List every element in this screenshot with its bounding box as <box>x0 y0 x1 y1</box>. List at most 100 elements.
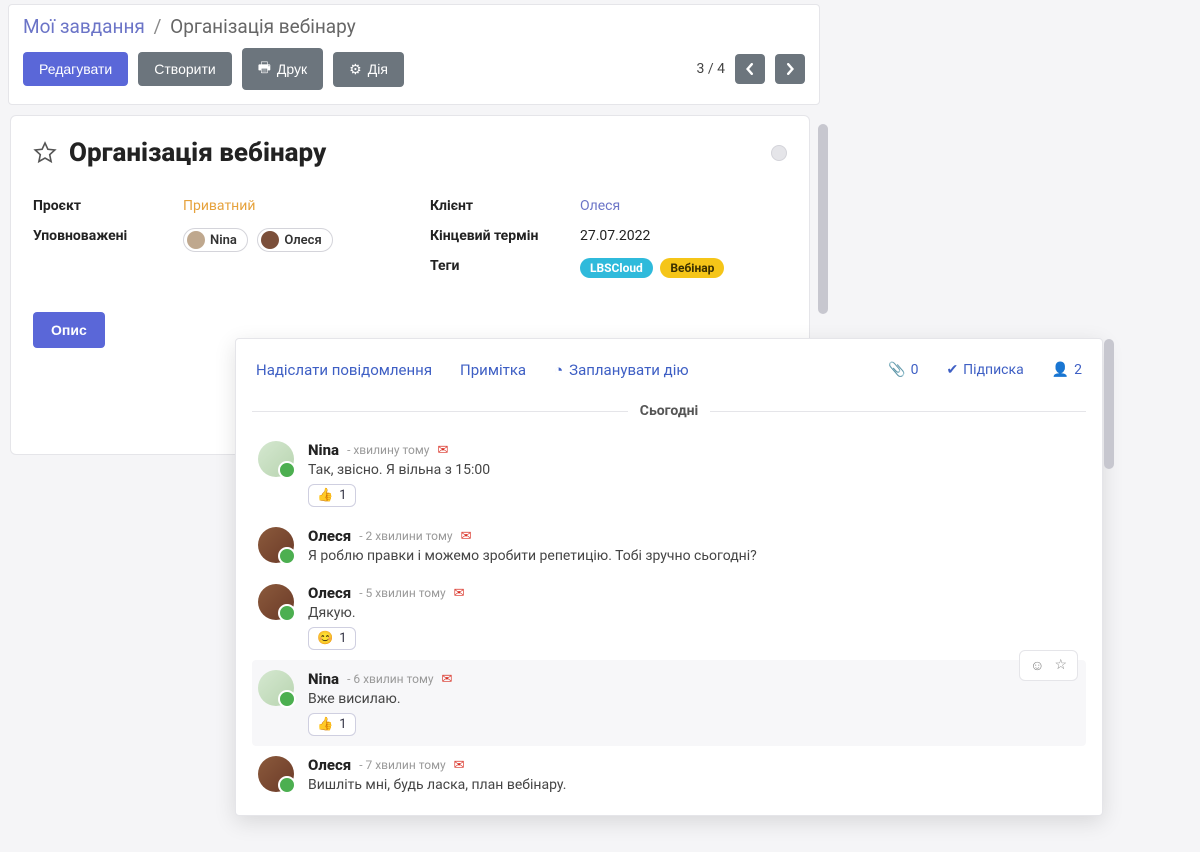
message-avatar[interactable] <box>258 584 294 620</box>
message-time: - 6 хвилин тому <box>347 672 433 686</box>
tags-label: Теги <box>430 258 580 274</box>
project-label: Проєкт <box>33 198 183 214</box>
reaction-chip[interactable]: 👍1 <box>308 713 356 736</box>
followers-count: 2 <box>1074 362 1082 378</box>
envelope-icon[interactable]: ✉ <box>454 586 465 601</box>
messaging-tabs: Надіслати повідомлення Примітка ◔ Заплан… <box>252 359 1086 395</box>
message-author[interactable]: Олеся <box>308 527 351 545</box>
message-avatar[interactable] <box>258 756 294 792</box>
assignees-label: Уповноважені <box>33 228 183 244</box>
client-value[interactable]: Олеся <box>580 198 787 214</box>
fields: Проєкт Приватний Уповноважені Nina Олеся… <box>33 198 787 292</box>
reaction-count: 1 <box>339 631 346 646</box>
message-time: - 5 хвилин тому <box>359 586 445 600</box>
reaction-emoji-icon: 😊 <box>317 631 333 646</box>
message-time: - хвилину тому <box>347 443 429 457</box>
message-text: Дякую. <box>308 605 1080 621</box>
print-label: Друк <box>277 61 307 77</box>
message-author[interactable]: Олеся <box>308 756 351 774</box>
envelope-icon[interactable]: ✉ <box>454 758 465 773</box>
schedule-activity-label: Запланувати дію <box>569 361 688 379</box>
reaction-count: 1 <box>339 488 346 503</box>
assignee-name: Nina <box>210 233 237 248</box>
breadcrumb-my-tasks[interactable]: Мої завдання <box>23 15 145 38</box>
message-avatar[interactable] <box>258 527 294 563</box>
log-note-tab[interactable]: Примітка <box>460 361 526 379</box>
chatter-scrollbar[interactable] <box>1104 339 1114 815</box>
followers-button[interactable]: 👤 2 <box>1052 362 1082 378</box>
attachments-button[interactable]: 📎 0 <box>888 362 918 378</box>
star-message-button[interactable]: ☆ <box>1054 657 1067 674</box>
message-author[interactable]: Nina <box>308 441 339 459</box>
message-text: Вже висилаю. <box>308 691 1080 707</box>
action-label: Дія <box>368 61 388 77</box>
smiley-icon: ☺ <box>1030 658 1044 674</box>
message-header: Олеся- 2 хвилини тому✉ <box>308 527 1080 545</box>
message-avatar[interactable] <box>258 441 294 477</box>
project-value[interactable]: Приватний <box>183 198 390 214</box>
title-row: Організація вебінару <box>33 138 787 168</box>
tag-chip[interactable]: Вебінар <box>660 258 724 278</box>
message-text: Вишліть мні, будь ласка, план вебінару. <box>308 777 1080 793</box>
message-body: Nina- хвилину тому✉Так, звісно. Я вільна… <box>308 441 1080 507</box>
reaction-chip[interactable]: 😊1 <box>308 627 356 650</box>
stage-indicator[interactable] <box>771 145 787 161</box>
add-reaction-button[interactable]: ☺ <box>1030 657 1044 674</box>
star-outline-icon[interactable] <box>33 141 57 165</box>
tag-chip[interactable]: LBSCloud <box>580 258 653 278</box>
message-item: Олеся- 5 хвилин тому✉Дякую.😊1 <box>252 574 1086 660</box>
message-text: Я роблю правки і можемо зробити репетиці… <box>308 548 1080 564</box>
deadline-value: 27.07.2022 <box>580 228 787 244</box>
attachments-count: 0 <box>911 362 919 378</box>
message-list: Nina- хвилину тому✉Так, звісно. Я вільна… <box>252 431 1086 803</box>
deadline-label: Кінцевий термін <box>430 228 580 244</box>
assignee-name: Олеся <box>284 233 321 248</box>
person-icon: 👤 <box>1052 362 1069 378</box>
envelope-icon[interactable]: ✉ <box>437 443 448 458</box>
print-button[interactable]: 🖶 Друк <box>242 48 323 90</box>
message-body: Nina - 6 хвилин тому ✉ Вже висилаю. 👍1 <box>308 670 1080 736</box>
follow-label: Підписка <box>963 362 1024 378</box>
pager-counter: 3 / 4 <box>697 61 725 77</box>
envelope-icon[interactable]: ✉ <box>442 672 453 687</box>
compose-message-tab[interactable]: Надіслати повідомлення <box>256 361 432 379</box>
message-avatar[interactable] <box>258 670 294 706</box>
envelope-icon[interactable]: ✉ <box>461 529 472 544</box>
message-body: Олеся- 2 хвилини тому✉ Я роблю правки і м… <box>308 527 1080 564</box>
pager-prev-button[interactable] <box>735 54 765 84</box>
date-divider-label: Сьогодні <box>640 403 698 419</box>
assignee-chip[interactable]: Nina <box>183 228 248 252</box>
message-body: Олеся- 5 хвилин тому✉Дякую.😊1 <box>308 584 1080 650</box>
follow-button[interactable]: ✔ Підписка <box>946 362 1023 378</box>
chevron-right-icon <box>784 63 796 75</box>
message-header: Олеся - 5 хвилин тому ✉ <box>308 584 1080 602</box>
check-icon: ✔ <box>946 362 958 378</box>
message-item: Олеся- 2 хвилини тому✉ Я роблю правки і м… <box>252 517 1086 574</box>
breadcrumb-current: Організація вебінару <box>170 15 356 38</box>
message-item: Олеся- 7 хвилин тому✉Вишліть мні, будь л… <box>252 746 1086 803</box>
edit-button[interactable]: Редагувати <box>23 52 128 86</box>
client-label: Клієнт <box>430 198 580 214</box>
clock-icon: ◔ <box>554 361 563 379</box>
pager-next-button[interactable] <box>775 54 805 84</box>
breadcrumb-separator: / <box>154 15 162 38</box>
action-button[interactable]: ⚙ Дія <box>333 52 404 87</box>
date-divider: Сьогодні <box>252 403 1086 419</box>
reaction-count: 1 <box>339 717 346 732</box>
message-author[interactable]: Олеся <box>308 584 351 602</box>
message-author[interactable]: Nina <box>308 670 339 688</box>
avatar-icon <box>261 231 279 249</box>
print-icon: 🖶 <box>258 57 271 81</box>
reaction-chip[interactable]: 👍1 <box>308 484 356 507</box>
top-bar: Мої завдання / Організація вебінару Реда… <box>8 4 820 105</box>
assignee-chip[interactable]: Олеся <box>257 228 332 252</box>
breadcrumb: Мої завдання / Організація вебінару <box>23 15 805 38</box>
fields-right: Клієнт Олеся Кінцевий термін 27.07.2022 … <box>430 198 787 292</box>
tab-description[interactable]: Опис <box>33 312 105 348</box>
message-header: Nina - хвилину тому ✉ <box>308 441 1080 459</box>
create-button[interactable]: Створити <box>138 52 231 86</box>
tags-value: LBSCloud Вебінар <box>580 258 787 278</box>
message-item: Nina - 6 хвилин тому ✉ Вже висилаю. 👍1 ☺ ☆ <box>252 660 1086 746</box>
schedule-activity-tab[interactable]: ◔ Запланувати дію <box>554 361 689 379</box>
toolbar: Редагувати Створити 🖶 Друк ⚙ Дія 3 / 4 <box>23 48 805 90</box>
